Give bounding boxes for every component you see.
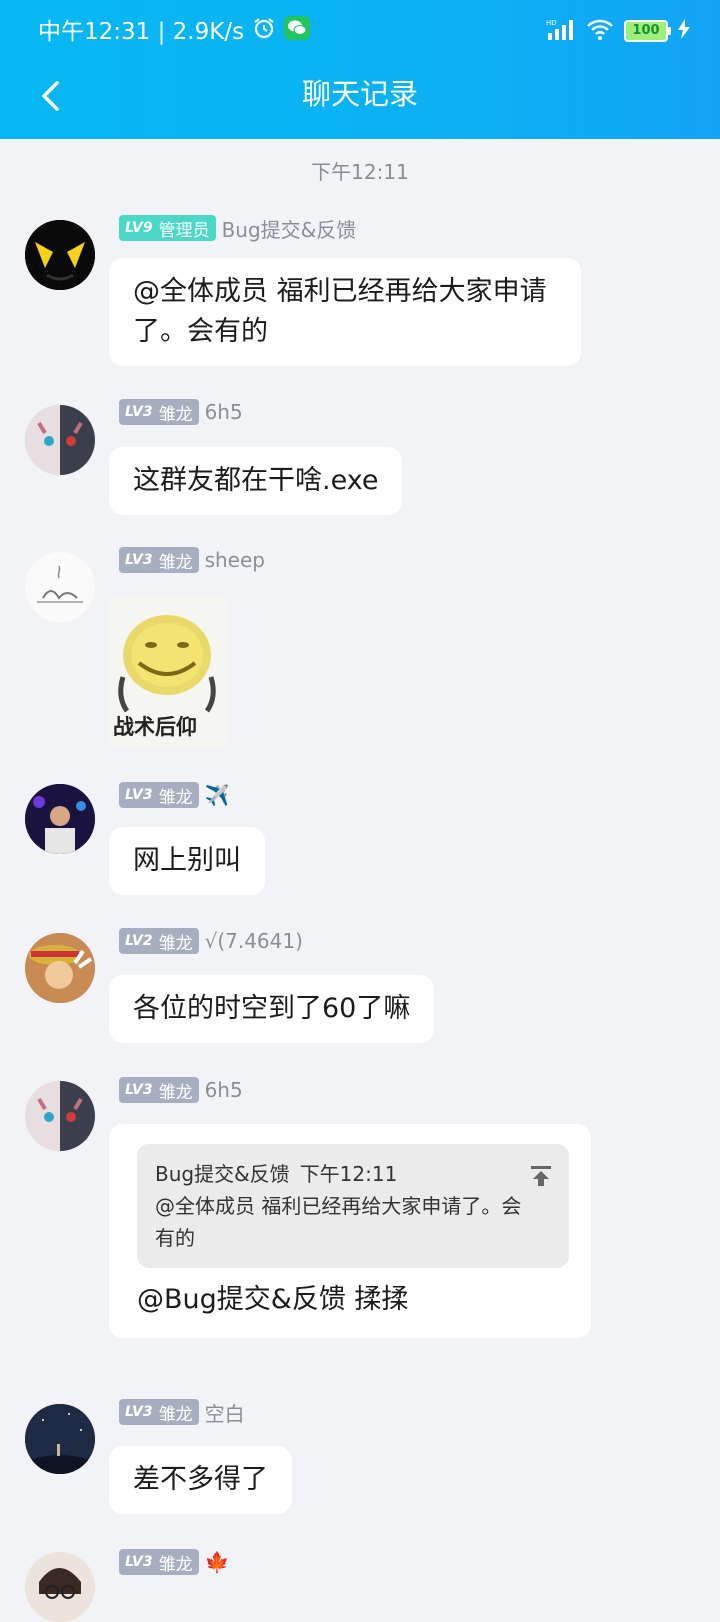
message-bubble[interactable]: 网上别叫 (109, 827, 265, 895)
reply-text: @Bug提交&反馈 揉揉 (137, 1284, 409, 1315)
quote-author: Bug提交&反馈 (155, 1162, 290, 1186)
sender-name[interactable]: 6h5 (205, 400, 243, 424)
message-meta: LV2 雏龙 √(7.4641) (119, 927, 303, 955)
message-meta: LV3 雏龙 空白 (119, 1398, 245, 1426)
level-badge: LV3 雏龙 (119, 1077, 199, 1103)
nav-bar: 聊天记录 (0, 62, 720, 139)
message-bubble[interactable]: @全体成员 福利已经再给大家申请了。会有的 (109, 258, 581, 366)
wechat-icon (284, 16, 311, 48)
level-badge: LV3 雏龙 (119, 1549, 199, 1575)
avatar[interactable] (25, 933, 95, 1003)
time-separator: 下午12:11 (311, 160, 409, 184)
quote-text: @全体成员 福利已经再给大家申请了。会有的 (155, 1194, 522, 1250)
jump-to-top-icon[interactable] (529, 1164, 553, 1197)
svg-text:HD: HD (546, 19, 557, 27)
message-bubble[interactable]: Bug提交&反馈 下午12:11 @全体成员 福利已经再给大家申请了。会有的 @… (109, 1124, 591, 1338)
sender-name[interactable]: sheep (205, 548, 265, 572)
app-header: 中午12:31 | 2.9K/s HD 100 聊天记录 (0, 0, 720, 139)
level-badge: LV3 雏龙 (119, 399, 199, 425)
message-meta: LV3 雏龙 6h5 (119, 1076, 243, 1104)
message-meta: LV3 雏龙 sheep (119, 546, 265, 574)
page-title: 聊天记录 (301, 77, 418, 111)
sticker-image[interactable]: 战术后仰 (109, 597, 227, 747)
level-badge: LV2 雏龙 (119, 928, 199, 954)
avatar[interactable] (25, 405, 95, 475)
sender-name[interactable]: 6h5 (205, 1078, 243, 1102)
avatar[interactable] (25, 1404, 95, 1474)
charging-icon (678, 19, 690, 43)
avatar[interactable] (25, 1552, 95, 1622)
message-bubble[interactable]: 各位的时空到了60了嘛 (109, 975, 435, 1043)
alarm-icon (252, 16, 276, 48)
quote-time: 下午12:11 (299, 1162, 398, 1186)
message-meta: LV9 管理员 Bug提交&反馈 (119, 214, 356, 242)
battery-icon: 100 (624, 20, 671, 42)
message-meta: LV3 雏龙 🍁 (119, 1548, 229, 1576)
quoted-message[interactable]: Bug提交&反馈 下午12:11 @全体成员 福利已经再给大家申请了。会有的 (137, 1144, 569, 1268)
message-meta: LV3 雏龙 ✈️ (119, 781, 229, 809)
avatar[interactable] (25, 220, 95, 290)
avatar[interactable] (25, 1081, 95, 1151)
admin-badge: LV9 管理员 (119, 215, 216, 241)
status-bar: 中午12:31 | 2.9K/s HD 100 (0, 0, 720, 62)
sticker-caption: 战术后仰 (113, 715, 197, 739)
message-meta: LV3 雏龙 6h5 (119, 398, 243, 426)
message-bubble[interactable]: 这群友都在干啥.exe (109, 447, 403, 515)
avatar[interactable] (25, 784, 95, 854)
level-badge: LV3 雏龙 (119, 547, 199, 573)
level-badge: LV3 雏龙 (119, 782, 199, 808)
signal-icon: HD (546, 18, 576, 44)
level-badge: LV3 雏龙 (119, 1399, 199, 1425)
sender-name[interactable]: Bug提交&反馈 (222, 214, 357, 243)
wifi-icon (586, 18, 614, 44)
message-bubble[interactable]: 差不多得了 (109, 1446, 292, 1514)
avatar[interactable] (25, 552, 95, 622)
sender-name[interactable]: 空白 (205, 1398, 245, 1427)
status-time: 中午12:31 | 2.9K/s (38, 19, 245, 45)
sender-name[interactable]: ✈️ (205, 783, 230, 807)
sender-name[interactable]: √(7.4641) (205, 929, 303, 953)
sender-name[interactable]: 🍁 (205, 1550, 230, 1574)
